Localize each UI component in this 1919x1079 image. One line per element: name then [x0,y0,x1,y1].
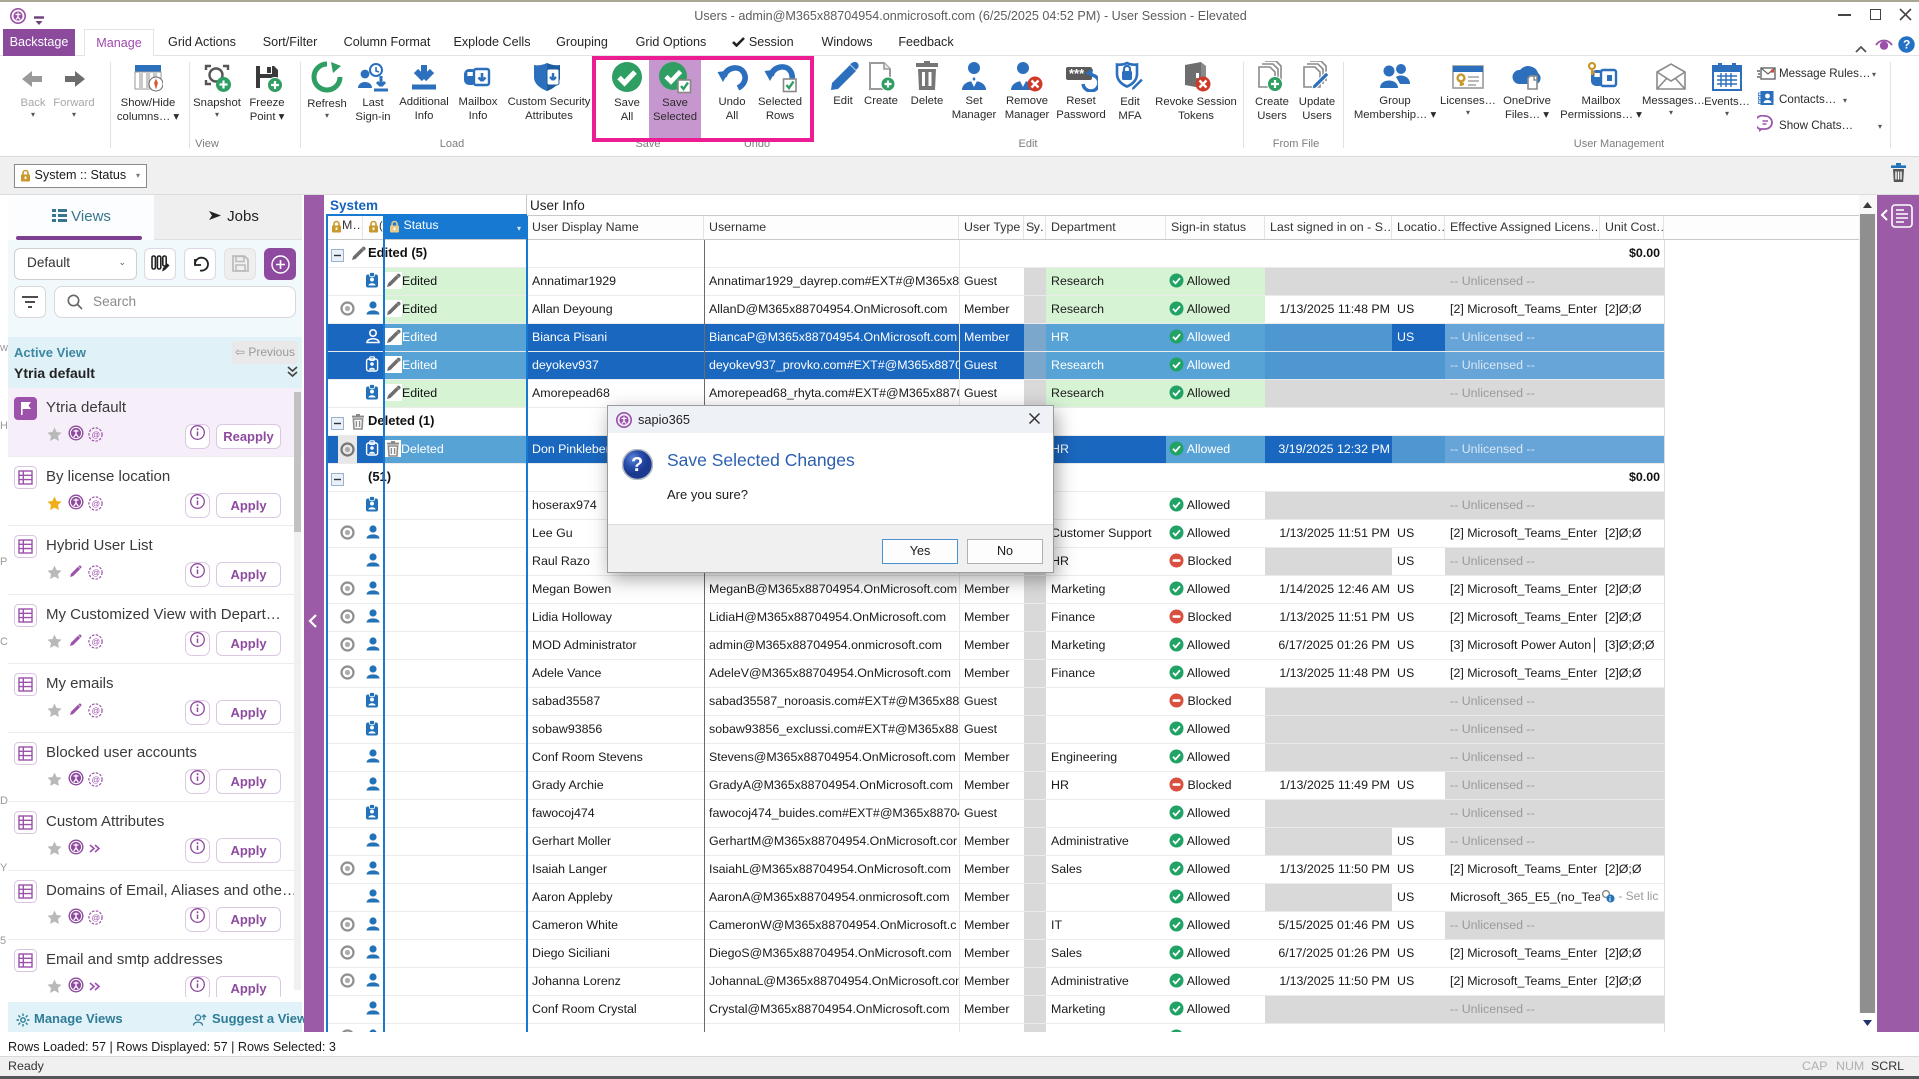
svg-text:@: @ [92,775,101,785]
svg-text:@: @ [92,430,101,440]
svg-text:@: @ [92,637,101,647]
svg-text:?: ? [631,454,643,476]
svg-text:@: @ [92,568,101,578]
svg-text:@: @ [92,706,101,716]
svg-text:?: ? [1903,38,1910,52]
svg-text:@: @ [92,499,101,509]
svg-text:i: i [1609,896,1611,903]
svg-text:@: @ [92,913,101,923]
svg-text:***: *** [1069,66,1085,81]
